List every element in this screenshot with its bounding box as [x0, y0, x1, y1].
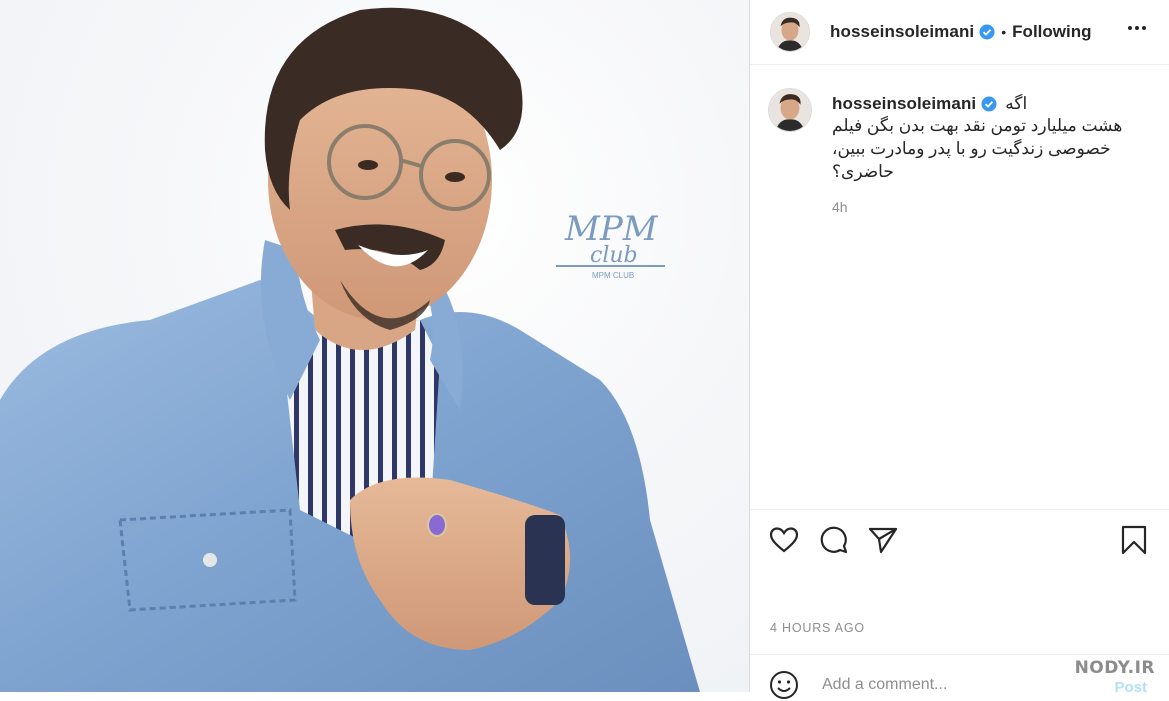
caption-first-word: اگه: [1005, 94, 1028, 113]
separator-dot: •: [1001, 24, 1007, 40]
site-watermark: NODY.IR: [1075, 658, 1155, 678]
avatar[interactable]: [770, 12, 810, 52]
action-bar: [750, 509, 1169, 570]
emoji-smile-icon[interactable]: [768, 669, 800, 701]
photo-watermark-small: MPM CLUB: [592, 271, 634, 280]
heart-icon[interactable]: [768, 524, 800, 556]
more-options-icon[interactable]: [1125, 16, 1149, 40]
portrait-illustration: MPM club MPM CLUB: [0, 7, 700, 692]
mpm-club-watermark: MPM club MPM CLUB: [556, 209, 665, 280]
paper-plane-icon[interactable]: [867, 524, 899, 556]
caption-body: hosseinsoleimani اگه هشت میلیارد تومن نق…: [832, 94, 1132, 215]
verified-badge-icon: [981, 96, 997, 112]
verified-badge-icon: [979, 24, 995, 40]
caption-avatar-image: [769, 89, 811, 131]
caption-text: هشت میلیارد تومن نقد بهت بدن بگن فیلم خص…: [832, 116, 1123, 181]
caption-avatar[interactable]: [768, 88, 812, 132]
caption-relative-time[interactable]: 4h: [832, 199, 1132, 215]
caption-username[interactable]: hosseinsoleimani: [832, 94, 976, 114]
post-header: hosseinsoleimani • Following: [750, 0, 1169, 65]
add-comment-input[interactable]: [820, 675, 1044, 695]
caption-head: hosseinsoleimani اگه: [832, 94, 1132, 114]
comment-bubble-icon[interactable]: [818, 524, 850, 556]
avatar-image: [771, 13, 809, 51]
post-side-panel: hosseinsoleimani • Following hosseinsole…: [749, 0, 1169, 699]
instagram-post-window: MPM club MPM CLUB hosseinsoleimani • Fol…: [0, 0, 1169, 699]
post-photo[interactable]: MPM club MPM CLUB: [0, 0, 749, 692]
bookmark-icon[interactable]: [1118, 524, 1150, 556]
photo-watermark-line2: club: [590, 243, 638, 268]
header-username[interactable]: hosseinsoleimani: [830, 22, 974, 42]
post-comment-button[interactable]: Post: [1114, 679, 1147, 696]
site-watermark-text: NODY.IR: [1074, 658, 1155, 678]
following-button[interactable]: Following: [1012, 22, 1091, 42]
post-timestamp[interactable]: 4 HOURS AGO: [770, 621, 865, 635]
